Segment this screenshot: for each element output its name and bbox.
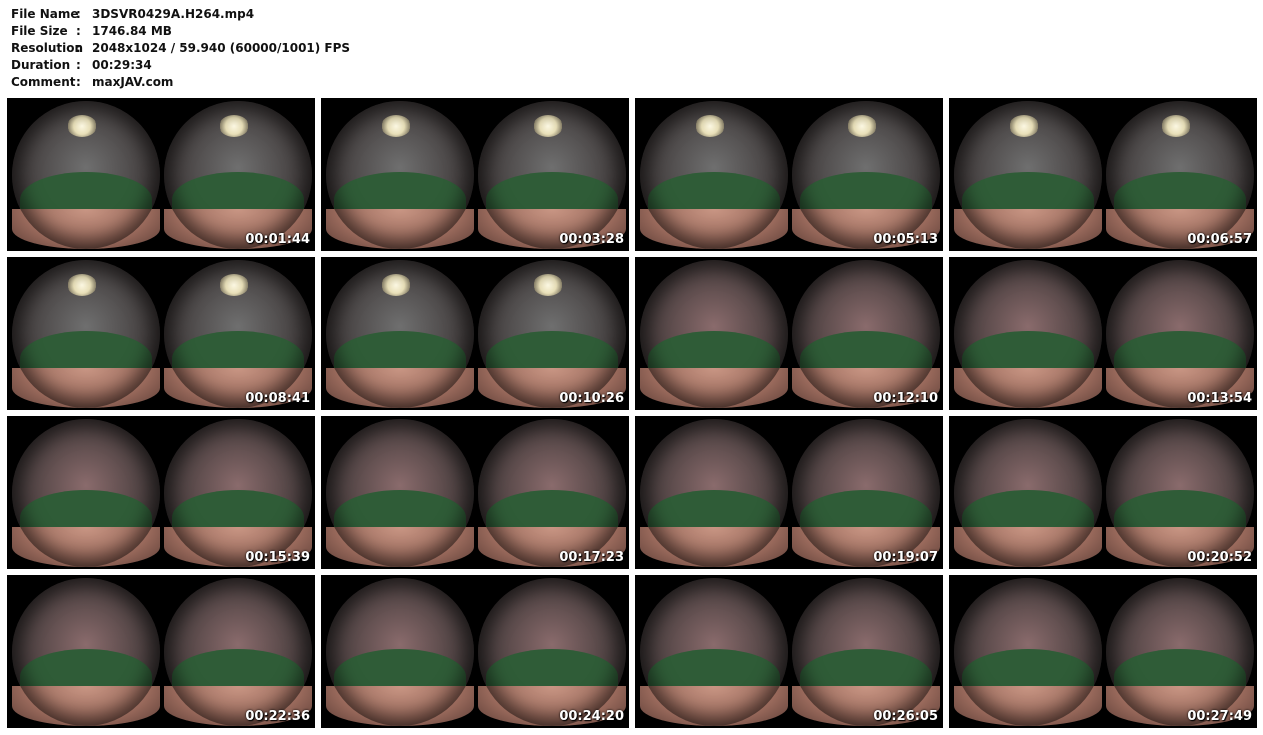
timestamp-label: 00:15:39 bbox=[245, 550, 310, 565]
lens-vignette bbox=[164, 101, 312, 249]
timestamp-label: 00:19:07 bbox=[873, 550, 938, 565]
lens-vignette bbox=[326, 419, 474, 567]
lens-vignette bbox=[12, 578, 160, 726]
fisheye-frame-right bbox=[478, 578, 626, 726]
fisheye-frame-left bbox=[954, 419, 1102, 567]
fisheye-frame-left bbox=[640, 260, 788, 408]
lens-vignette bbox=[954, 101, 1102, 249]
fisheye-frame-left bbox=[954, 260, 1102, 408]
fisheye-frame-right bbox=[164, 260, 312, 408]
fisheye-frame-right bbox=[1106, 260, 1254, 408]
fisheye-frame-right bbox=[792, 578, 940, 726]
fisheye-frame-left bbox=[640, 101, 788, 249]
lens-vignette bbox=[164, 419, 312, 567]
lens-vignette bbox=[12, 260, 160, 408]
lens-vignette bbox=[326, 101, 474, 249]
timestamp-label: 00:12:10 bbox=[873, 391, 938, 406]
lens-vignette bbox=[164, 260, 312, 408]
lens-vignette bbox=[326, 578, 474, 726]
video-thumbnail[interactable]: 00:13:54 bbox=[949, 257, 1257, 410]
fisheye-frame-left bbox=[12, 260, 160, 408]
fisheye-frame-left bbox=[954, 578, 1102, 726]
fisheye-frame-right bbox=[792, 260, 940, 408]
fisheye-frame-right bbox=[164, 578, 312, 726]
video-thumbnail[interactable]: 00:27:49 bbox=[949, 575, 1257, 728]
lens-vignette bbox=[954, 260, 1102, 408]
fisheye-frame-right bbox=[1106, 419, 1254, 567]
fisheye-frame-right bbox=[1106, 578, 1254, 726]
fisheye-frame-left bbox=[326, 578, 474, 726]
lens-vignette bbox=[792, 578, 940, 726]
fisheye-frame-left bbox=[12, 419, 160, 567]
video-thumbnail[interactable]: 00:03:28 bbox=[321, 98, 629, 251]
timestamp-label: 00:17:23 bbox=[559, 550, 624, 565]
video-thumbnail[interactable]: 00:06:57 bbox=[949, 98, 1257, 251]
lens-vignette bbox=[954, 578, 1102, 726]
lens-vignette bbox=[640, 260, 788, 408]
lens-vignette bbox=[640, 578, 788, 726]
fisheye-frame-right bbox=[1106, 101, 1254, 249]
fisheye-frame-left bbox=[640, 419, 788, 567]
video-thumbnail[interactable]: 00:10:26 bbox=[321, 257, 629, 410]
timestamp-label: 00:05:13 bbox=[873, 232, 938, 247]
lens-vignette bbox=[1106, 260, 1254, 408]
timestamp-label: 00:13:54 bbox=[1187, 391, 1252, 406]
lens-vignette bbox=[1106, 419, 1254, 567]
timestamp-label: 00:22:36 bbox=[245, 709, 310, 724]
lens-vignette bbox=[12, 101, 160, 249]
video-thumbnail[interactable]: 00:20:52 bbox=[949, 416, 1257, 569]
lens-vignette bbox=[478, 260, 626, 408]
fisheye-frame-left bbox=[12, 101, 160, 249]
video-thumbnail[interactable]: 00:01:44 bbox=[7, 98, 315, 251]
timestamp-label: 00:08:41 bbox=[245, 391, 310, 406]
timestamp-label: 00:10:26 bbox=[559, 391, 624, 406]
timestamp-label: 00:03:28 bbox=[559, 232, 624, 247]
fisheye-frame-right bbox=[478, 419, 626, 567]
fisheye-frame-left bbox=[326, 260, 474, 408]
video-thumbnail[interactable]: 00:24:20 bbox=[321, 575, 629, 728]
lens-vignette bbox=[1106, 578, 1254, 726]
lens-vignette bbox=[640, 101, 788, 249]
fisheye-frame-left bbox=[640, 578, 788, 726]
fisheye-frame-right bbox=[164, 101, 312, 249]
lens-vignette bbox=[164, 578, 312, 726]
fisheye-frame-left bbox=[954, 101, 1102, 249]
lens-vignette bbox=[954, 419, 1102, 567]
video-thumbnail[interactable]: 00:19:07 bbox=[635, 416, 943, 569]
timestamp-label: 00:24:20 bbox=[559, 709, 624, 724]
lens-vignette bbox=[792, 260, 940, 408]
timestamp-label: 00:20:52 bbox=[1187, 550, 1252, 565]
fisheye-frame-right bbox=[478, 101, 626, 249]
video-thumbnail[interactable]: 00:17:23 bbox=[321, 416, 629, 569]
fisheye-frame-right bbox=[792, 101, 940, 249]
lens-vignette bbox=[478, 101, 626, 249]
fisheye-frame-left bbox=[326, 101, 474, 249]
video-thumbnail[interactable]: 00:05:13 bbox=[635, 98, 943, 251]
fisheye-frame-right bbox=[792, 419, 940, 567]
timestamp-label: 00:06:57 bbox=[1187, 232, 1252, 247]
timestamp-label: 00:27:49 bbox=[1187, 709, 1252, 724]
thumbnail-grid: 00:01:44 00:03:28 00:05:13 00:06:57 00:08:41… bbox=[0, 0, 1263, 735]
timestamp-label: 00:01:44 bbox=[245, 232, 310, 247]
lens-vignette bbox=[478, 578, 626, 726]
fisheye-frame-left bbox=[12, 578, 160, 726]
lens-vignette bbox=[1106, 101, 1254, 249]
video-thumbnail[interactable]: 00:15:39 bbox=[7, 416, 315, 569]
video-thumbnail[interactable]: 00:26:05 bbox=[635, 575, 943, 728]
lens-vignette bbox=[12, 419, 160, 567]
video-thumbnail[interactable]: 00:12:10 bbox=[635, 257, 943, 410]
lens-vignette bbox=[326, 260, 474, 408]
lens-vignette bbox=[640, 419, 788, 567]
fisheye-frame-left bbox=[326, 419, 474, 567]
fisheye-frame-right bbox=[164, 419, 312, 567]
lens-vignette bbox=[792, 419, 940, 567]
timestamp-label: 00:26:05 bbox=[873, 709, 938, 724]
fisheye-frame-right bbox=[478, 260, 626, 408]
lens-vignette bbox=[792, 101, 940, 249]
lens-vignette bbox=[478, 419, 626, 567]
video-thumbnail[interactable]: 00:08:41 bbox=[7, 257, 315, 410]
video-thumbnail[interactable]: 00:22:36 bbox=[7, 575, 315, 728]
